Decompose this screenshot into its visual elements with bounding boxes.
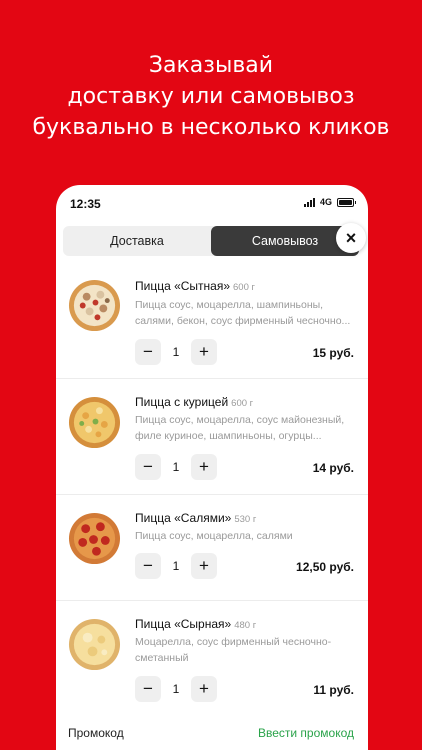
plus-button[interactable]: + <box>191 676 217 702</box>
item-weight: 600 г <box>231 398 254 409</box>
headline-line-1: Заказывай <box>148 53 274 78</box>
pizza-image <box>68 396 121 449</box>
item-name: Пицца «Сырная» 480 г <box>135 617 257 631</box>
status-icons: 4G <box>303 197 356 207</box>
item-description: Пицца соус, моцарелла, салями <box>135 530 293 542</box>
quantity-value: 1 <box>172 682 180 696</box>
promo-label: Промокод <box>68 726 124 740</box>
close-icon[interactable]: × <box>336 223 366 253</box>
item-price: 12,50 руб. <box>296 560 354 574</box>
item-name: Пицца «Салями» 530 г <box>135 511 257 525</box>
minus-button[interactable]: − <box>135 676 161 702</box>
item-name: Пицца «Сытная» 600 г <box>135 279 255 293</box>
minus-button[interactable]: − <box>135 454 161 480</box>
item-weight: 600 г <box>233 282 255 293</box>
item-description: Пицца соус, моцарелла, шампиньоны, салями… <box>135 299 351 327</box>
quantity-stepper: − 1 + <box>135 339 217 365</box>
item-price: 15 руб. <box>312 346 354 360</box>
order-type-tabs: Доставка Самовывоз <box>63 226 359 256</box>
plus-button[interactable]: + <box>191 454 217 480</box>
plus-button[interactable]: + <box>191 339 217 365</box>
quantity-value: 1 <box>172 559 180 573</box>
minus-button[interactable]: − <box>135 553 161 579</box>
item-price: 14 руб. <box>312 461 354 475</box>
cart-list: Пицца «Сытная» 600 г Пицца соус, моцарелл… <box>56 265 368 721</box>
plus-button[interactable]: + <box>191 553 217 579</box>
battery-icon <box>337 197 356 207</box>
promo-headline: Заказывай доставку или самовывоз букваль… <box>0 50 422 143</box>
list-item: Пицца «Сырная» 480 г Моцарелла, соус фирм… <box>56 601 368 721</box>
headline-line-2: доставку или самовывоз <box>67 84 355 109</box>
item-description: Пицца соус, моцарелла, соус майонезный, ф… <box>135 414 345 442</box>
promo-row: Промокод Ввести промокод <box>56 722 368 746</box>
item-description: Моцарелла, соус фирменный чесночно-смета… <box>135 636 332 664</box>
headline-line-3: буквально в несколько кликов <box>32 115 390 140</box>
pizza-image <box>68 512 121 565</box>
quantity-value: 1 <box>172 345 180 359</box>
phone-screen: 12:35 4G Доставка Самовывоз × Пицца «Сыт… <box>56 185 368 750</box>
list-item: Пицца «Салями» 530 г Пицца соус, моцарелл… <box>56 495 368 601</box>
signal-icon <box>303 197 315 207</box>
quantity-stepper: − 1 + <box>135 553 217 579</box>
quantity-value: 1 <box>172 460 180 474</box>
pizza-image <box>68 618 121 671</box>
item-name: Пицца с курицей 600 г <box>135 395 254 409</box>
quantity-stepper: − 1 + <box>135 454 217 480</box>
item-weight: 530 г <box>234 514 257 525</box>
list-item: Пицца с курицей 600 г Пицца соус, моцарел… <box>56 379 368 495</box>
status-bar: 12:35 4G <box>56 185 368 221</box>
pizza-image <box>68 279 121 332</box>
item-weight: 480 г <box>234 620 257 631</box>
enter-promo-link[interactable]: Ввести промокод <box>258 726 354 740</box>
quantity-stepper: − 1 + <box>135 676 217 702</box>
list-item: Пицца «Сытная» 600 г Пицца соус, моцарелл… <box>56 265 368 379</box>
tab-delivery[interactable]: Доставка <box>63 226 211 256</box>
item-price: 11 руб. <box>313 683 354 697</box>
status-time: 12:35 <box>70 197 101 211</box>
minus-button[interactable]: − <box>135 339 161 365</box>
network-type: 4G <box>319 197 332 207</box>
